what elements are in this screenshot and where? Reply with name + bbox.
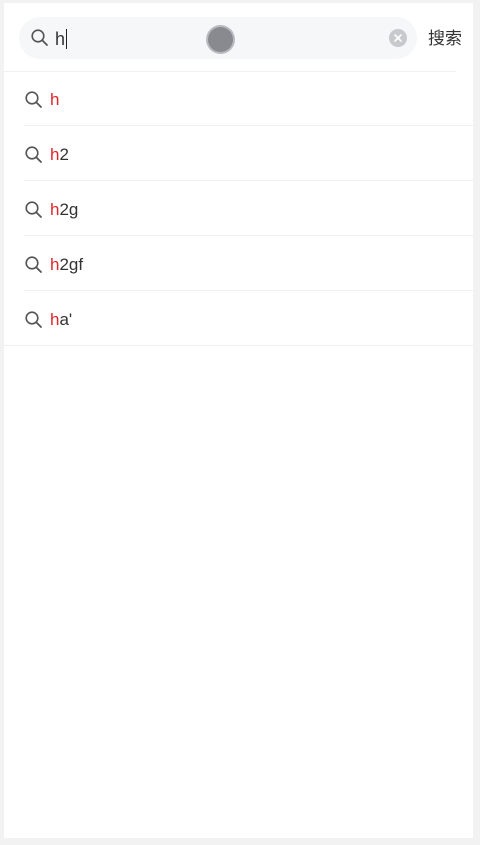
history-item-label: ha': [50, 309, 72, 331]
history-item[interactable]: h2: [4, 126, 473, 181]
history-item[interactable]: h2gf: [4, 236, 473, 291]
history-item-label: h: [50, 89, 59, 111]
text-caret: [66, 29, 68, 49]
history-item-label: h2gf: [50, 254, 83, 276]
search-input[interactable]: h: [55, 28, 68, 50]
history-item[interactable]: h2g: [4, 181, 473, 236]
search-icon: [30, 28, 50, 48]
history-item-label: h2: [50, 144, 69, 166]
history-item[interactable]: ha': [4, 291, 473, 346]
search-box[interactable]: h: [19, 17, 417, 59]
search-icon: [24, 145, 44, 165]
history-list: h h2 h2g h2gf ha': [4, 71, 473, 346]
search-icon: [24, 310, 44, 330]
history-item-rest: 2g: [59, 200, 79, 219]
search-icon: [24, 200, 44, 220]
search-button[interactable]: 搜索: [428, 28, 462, 50]
history-item-match: h: [50, 90, 60, 109]
history-item-rest: 2: [59, 145, 69, 164]
history-item-label: h2g: [50, 199, 78, 221]
divider: [4, 345, 473, 346]
touch-indicator: [208, 27, 233, 52]
search-icon: [24, 90, 44, 110]
search-icon: [24, 255, 44, 275]
history-item-rest: a': [59, 310, 73, 329]
search-page: h 搜索 h h2 h2g h2gf ha': [4, 3, 473, 838]
search-query: h: [55, 29, 66, 49]
clear-icon[interactable]: [389, 29, 407, 47]
history-item-rest: 2gf: [59, 255, 84, 274]
history-item[interactable]: h: [4, 71, 473, 126]
search-bar: h 搜索: [4, 3, 473, 71]
